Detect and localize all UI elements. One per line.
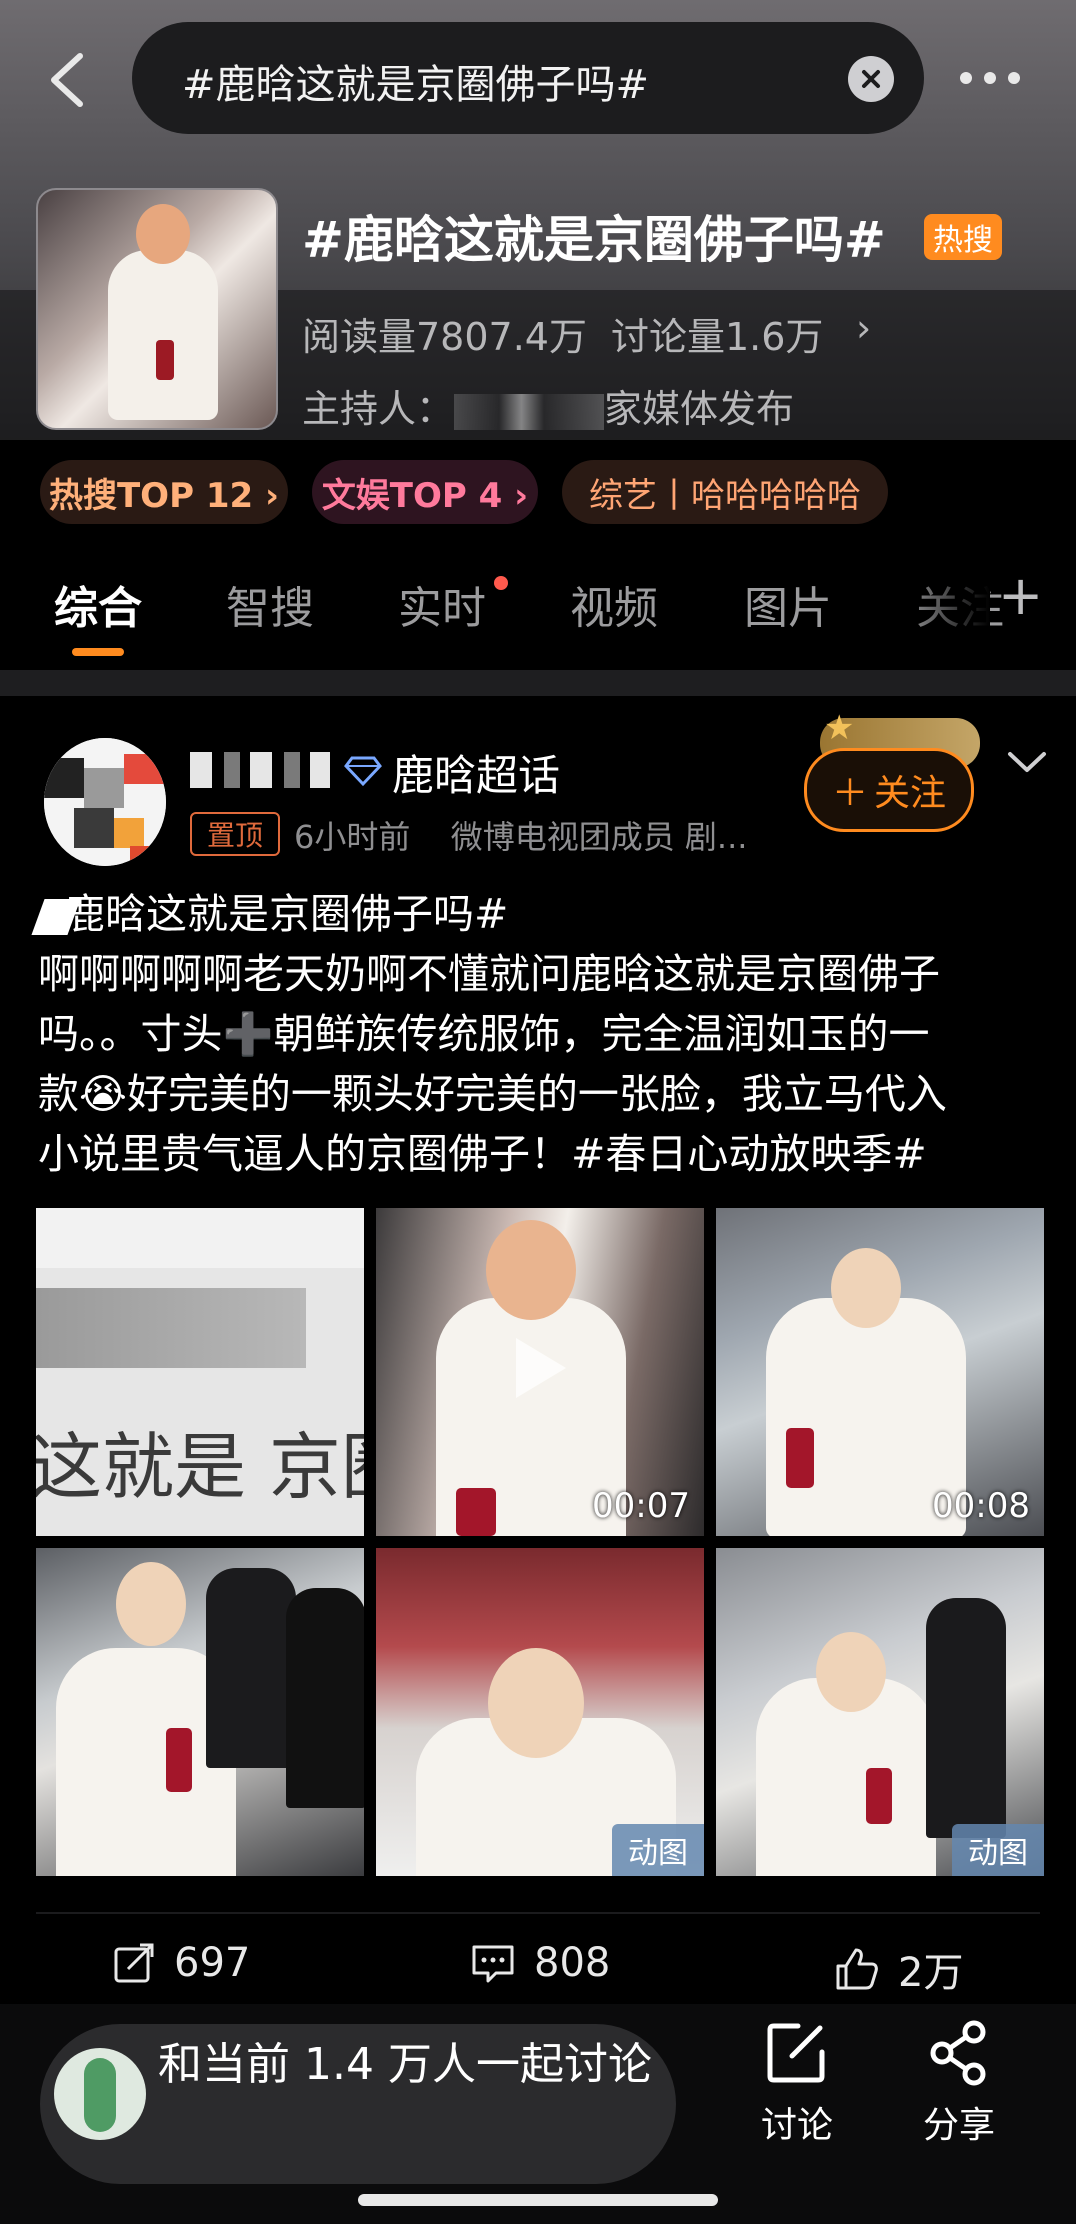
- comment-count: 808: [534, 1940, 611, 1986]
- post-image-4[interactable]: [36, 1548, 364, 1876]
- username-redacted[interactable]: [190, 752, 330, 788]
- edit-icon: [767, 2023, 825, 2083]
- comment-button[interactable]: 808: [470, 1940, 610, 1986]
- share-button[interactable]: 分享: [904, 2018, 1014, 2148]
- post-gif-2[interactable]: 动图: [716, 1548, 1044, 1876]
- close-icon: [862, 70, 880, 88]
- image-overlay-text: 这就是 京圈: [36, 1425, 364, 1509]
- gif-badge: 动图: [952, 1824, 1044, 1876]
- divider: [36, 1912, 1040, 1914]
- topic-title: #鹿晗这就是京圈佛子吗#: [302, 211, 886, 269]
- like-button[interactable]: 2万: [834, 1940, 963, 1998]
- plus-icon: ＋: [831, 773, 868, 814]
- join-discussion-bar[interactable]: 和当前 1.4 万人一起讨论: [40, 2024, 676, 2184]
- chevron-right-icon[interactable]: ›: [856, 306, 871, 350]
- tab-realtime[interactable]: 实时: [398, 572, 486, 636]
- post-text-line: 款😭好完美的一颗头好完美的一张脸，我立马代入: [38, 1070, 947, 1118]
- follow-button[interactable]: ＋关注: [804, 748, 974, 832]
- chip-hot-search-rank[interactable]: 热搜TOP 12 ›: [40, 460, 288, 524]
- tab-video[interactable]: 视频: [570, 572, 658, 636]
- post-video-1[interactable]: 00:07: [376, 1208, 704, 1536]
- post-time: 6小时前: [294, 818, 411, 856]
- section-divider: [0, 670, 1076, 696]
- clear-search-button[interactable]: [848, 56, 894, 102]
- repost-count: 697: [174, 1940, 251, 1986]
- discussion-count: 讨论量1.6万: [610, 315, 824, 359]
- star-icon: ★: [824, 708, 855, 748]
- gif-badge: 动图: [612, 1824, 704, 1876]
- topic-cover-image[interactable]: [36, 188, 278, 430]
- post-image-1[interactable]: 这就是 京圈: [36, 1208, 364, 1536]
- post-source: 微博电视团成员 剧...: [450, 818, 748, 856]
- follow-label: 关注: [874, 773, 947, 814]
- search-bar[interactable]: #鹿晗这就是京圈佛子吗#: [132, 22, 924, 134]
- post-text-line: 啊啊啊啊啊老天奶啊不懂就问鹿晗这就是京圈佛子: [38, 950, 940, 998]
- post-video-2[interactable]: 00:08: [716, 1208, 1044, 1536]
- pinned-badge: 置顶: [190, 812, 280, 856]
- tab-smart-search[interactable]: 智搜: [226, 572, 314, 636]
- post-text-line: 吗。。寸头➕朝鲜族传统服饰，完全温润如玉的一: [38, 1010, 930, 1058]
- back-button[interactable]: [40, 48, 100, 112]
- post-text-line: 鹿晗这就是京圈佛子吗#: [31, 884, 1048, 944]
- chip-entertainment-rank[interactable]: 文娱TOP 4 ›: [312, 460, 538, 524]
- more-options-button[interactable]: [960, 58, 1040, 98]
- share-label: 分享: [922, 2105, 995, 2146]
- video-duration: 00:07: [592, 1486, 690, 1526]
- topic-stats[interactable]: 阅读量7807.4万 讨论量1.6万: [302, 306, 823, 361]
- post-gif-1[interactable]: 动图: [376, 1548, 704, 1876]
- discuss-button[interactable]: 讨论: [742, 2018, 852, 2148]
- host-suffix: 家媒体发布: [604, 387, 795, 431]
- video-duration: 00:08: [932, 1486, 1030, 1526]
- unread-dot: [494, 576, 508, 590]
- add-tab-icon[interactable]: +: [998, 564, 1043, 627]
- repost-icon: [114, 1943, 154, 1983]
- post-text[interactable]: 鹿晗这就是京圈佛子吗# 啊啊啊啊啊老天奶啊不懂就问鹿晗这就是京圈佛子 吗。。寸头…: [31, 884, 1048, 1184]
- share-icon: [930, 2020, 986, 2086]
- back-arrow-icon: [51, 53, 83, 107]
- tab-fade: [900, 560, 990, 640]
- chevron-down-icon[interactable]: [1004, 744, 1050, 780]
- host-label: 主持人：: [302, 387, 455, 431]
- discussion-prompt: 和当前 1.4 万人一起讨论: [158, 2039, 652, 2090]
- like-count: 2万: [898, 1950, 964, 1996]
- active-tab-indicator: [72, 648, 124, 656]
- hot-badge: 热搜: [924, 214, 1002, 260]
- discussion-avatar: [54, 2048, 146, 2140]
- avatar[interactable]: [44, 738, 166, 866]
- topic-host[interactable]: 主持人： 家媒体发布: [302, 378, 794, 433]
- discuss-label: 讨论: [760, 2105, 833, 2146]
- comment-icon: [472, 1945, 514, 1983]
- host-name-redacted: [454, 393, 605, 430]
- play-icon: [516, 1338, 566, 1398]
- read-count: 阅读量7807.4万: [302, 315, 587, 359]
- more-dots-icon: [960, 72, 972, 84]
- repost-button[interactable]: 697: [112, 1940, 250, 1986]
- home-indicator[interactable]: [358, 2194, 718, 2206]
- chip-variety-show[interactable]: 综艺丨哈哈哈哈哈: [562, 460, 888, 524]
- search-query[interactable]: #鹿晗这就是京圈佛子吗#: [182, 52, 649, 110]
- post-meta: 6小时前 微博电视团成员 剧...: [294, 812, 747, 858]
- post-text-line: 小说里贵气逼人的京圈佛子！#春日心动放映季#: [38, 1130, 927, 1178]
- thumbs-up-icon: [836, 1948, 878, 1990]
- tab-images[interactable]: 图片: [744, 572, 832, 636]
- tab-comprehensive[interactable]: 综合: [54, 572, 142, 636]
- supertopic-link[interactable]: 鹿晗超话: [392, 742, 560, 803]
- diamond-badge-icon: [344, 752, 382, 788]
